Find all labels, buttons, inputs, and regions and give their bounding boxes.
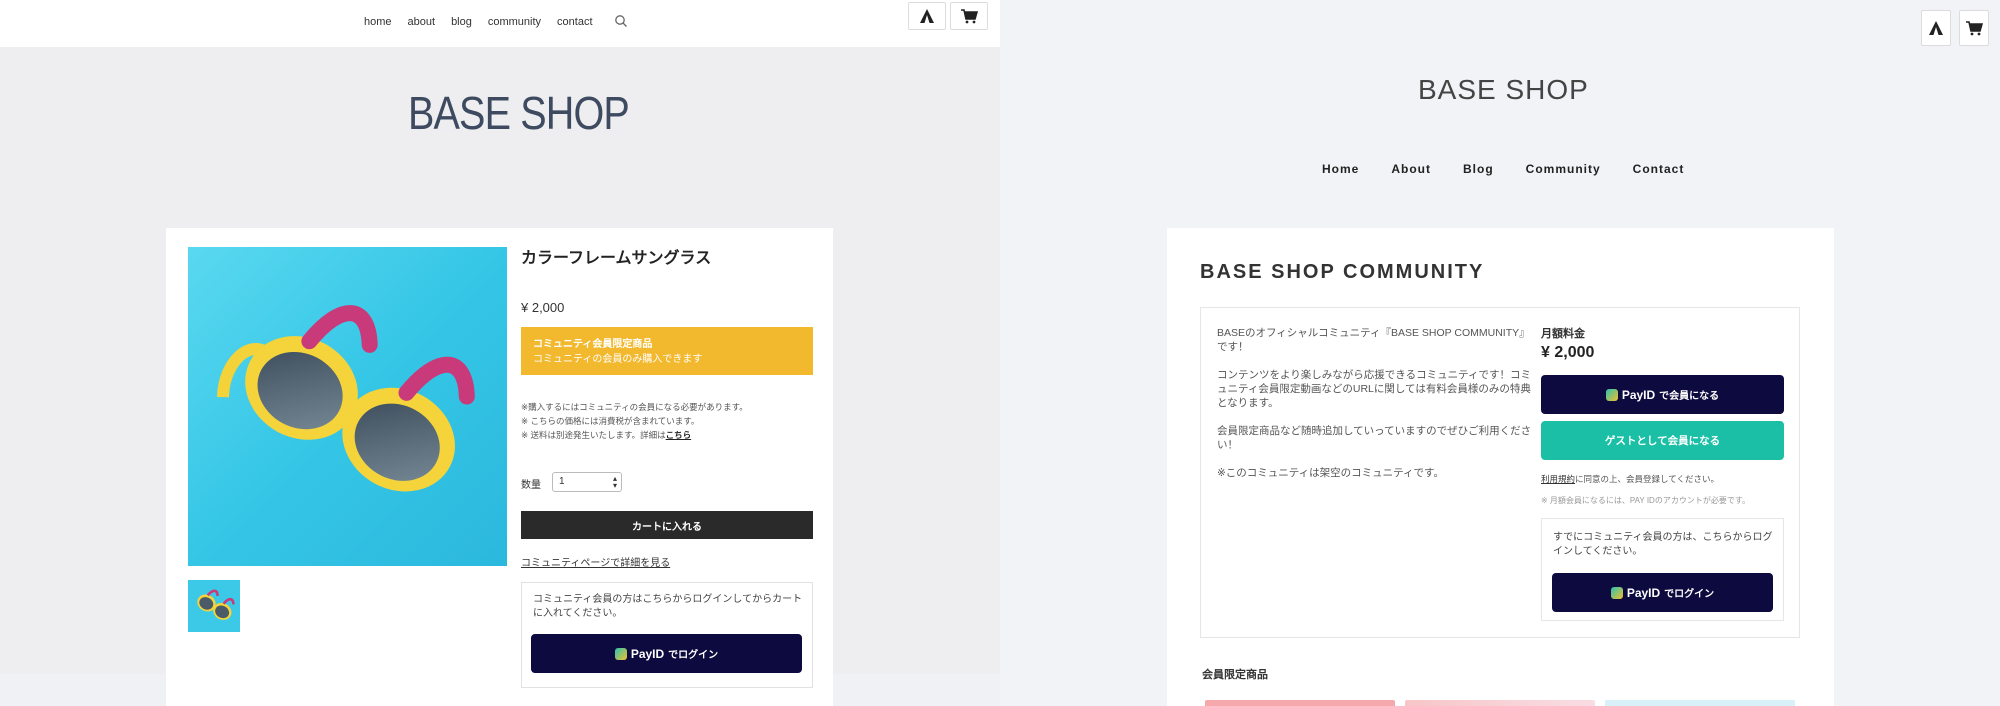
members-products-heading: 会員限定商品 — [1202, 669, 1268, 681]
product-tile-preview[interactable] — [1605, 700, 1795, 706]
note-line: ※ 送料は別途発生いたします。詳細はこちら — [521, 430, 692, 440]
guest-join-button[interactable]: ゲストとして会員になる — [1541, 421, 1784, 460]
product-title: カラーフレームサングラス — [521, 250, 712, 267]
payid-logo-icon — [1605, 388, 1618, 401]
monthly-fee-label: 月額料金 — [1541, 328, 1585, 340]
add-to-cart-button[interactable]: カートに入れる — [521, 511, 813, 539]
nav-contact[interactable]: contact — [557, 16, 592, 28]
quantity-select[interactable]: 1 ▴ ▾ — [552, 472, 622, 492]
note-line: ※購入するにはコミュニティの会員になる必要があります。 — [521, 402, 748, 412]
member-badge-subtitle: コミュニティの会員のみ購入できます — [533, 354, 703, 365]
login-instruction: コミュニティ会員の方はこちらからログインしてからカートに入れてください。 — [533, 594, 803, 619]
product-thumbnail[interactable] — [188, 580, 240, 632]
community-page-link[interactable]: コミュニティページで詳細を見る — [521, 554, 670, 569]
tent-button[interactable] — [908, 2, 946, 30]
details-link[interactable]: こちら — [666, 430, 692, 440]
community-title: BASE SHOP COMMUNITY — [1200, 261, 1485, 283]
description-paragraph: 会員限定商品など随時追加していっていますのでぜひご利用ください！ — [1217, 425, 1532, 451]
product-image[interactable] — [188, 247, 507, 566]
nav-home[interactable]: Home — [1322, 162, 1359, 176]
terms-link[interactable]: 利用規約 — [1541, 474, 1575, 484]
payid-account-note: ※ 月額会員になるには、PAY IDのアカウントが必要です。 — [1541, 496, 1751, 505]
community-description: BASEのオフィシャルコミュニティ『BASE SHOP COMMUNITY』です… — [1217, 326, 1537, 494]
description-paragraph: ※このコミュニティは架空のコミュニティです。 — [1217, 467, 1444, 479]
cart-icon — [961, 9, 978, 24]
nav-about[interactable]: About — [1391, 162, 1431, 176]
payid-brand: PayID — [630, 646, 665, 661]
nav-home[interactable]: home — [364, 16, 392, 28]
top-nav: home about blog community contact — [364, 16, 609, 28]
cart-icon — [1966, 21, 1983, 36]
terms-notice: 利用規約に同意の上、会員登録してください。 — [1541, 474, 1720, 484]
nav-community[interactable]: Community — [1526, 162, 1601, 176]
select-arrows-icon: ▴ ▾ — [612, 474, 617, 490]
nav-contact[interactable]: Contact — [1633, 162, 1685, 176]
member-only-badge: コミュニティ会員限定商品 コミュニティの会員のみ購入できます — [521, 327, 813, 375]
nav-about[interactable]: about — [408, 16, 436, 28]
payid-logo-icon — [614, 647, 627, 660]
sunglasses-image — [216, 305, 475, 492]
quantity-value: 1 — [559, 476, 565, 487]
purchase-notes: ※購入するにはコミュニティの会員になる必要があります。 ※ こちらの価格には消費… — [521, 400, 748, 442]
tent-icon — [920, 9, 934, 23]
tent-button-right[interactable] — [1921, 10, 1951, 46]
nav-blog[interactable]: Blog — [1463, 162, 1494, 176]
shop-logo-right[interactable]: BASE SHOP — [1418, 74, 1589, 106]
login-instruction: すでにコミュニティ会員の方は、こちらからログインしてください。 — [1553, 532, 1773, 557]
note-line: ※ こちらの価格には消費税が含まれています。 — [521, 416, 700, 426]
description-paragraph: BASEのオフィシャルコミュニティ『BASE SHOP COMMUNITY』です… — [1217, 327, 1530, 353]
product-price: ¥ 2,000 — [521, 300, 565, 315]
payid-join-button[interactable]: PayID で会員になる — [1541, 375, 1784, 414]
product-tile-preview[interactable] — [1405, 700, 1595, 706]
nav-community[interactable]: community — [488, 16, 541, 28]
main-nav: Home About Blog Community Contact — [1322, 162, 1716, 176]
payid-logo-icon — [1610, 586, 1623, 599]
search-icon[interactable] — [614, 14, 628, 28]
payid-login-label: でログイン — [1664, 589, 1715, 600]
shop-logo[interactable]: BASE SHOP — [408, 86, 630, 140]
payid-login-label: でログイン — [668, 650, 719, 661]
quantity-label: 数量 — [521, 480, 541, 491]
product-tile-preview[interactable] — [1205, 700, 1395, 706]
cart-button-right[interactable] — [1959, 10, 1989, 46]
sunglasses-thumb-image — [197, 589, 235, 620]
payid-brand: PayID — [1621, 387, 1656, 402]
cart-button[interactable] — [950, 2, 988, 30]
payid-brand: PayID — [1626, 585, 1661, 600]
payid-login-button[interactable]: PayID でログイン — [1552, 573, 1773, 612]
tent-icon — [1929, 21, 1943, 35]
member-badge-title: コミュニティ会員限定商品 — [533, 339, 653, 350]
payid-login-button[interactable]: PayID でログイン — [531, 634, 802, 673]
description-paragraph: コンテンツをより楽しみながら応援できるコミュニティです！コミュニティ会員限定動画… — [1217, 369, 1531, 409]
nav-blog[interactable]: blog — [451, 16, 472, 28]
monthly-fee-value: ¥ 2,000 — [1541, 344, 1595, 361]
screenshot-stage: home about blog community contact BASE S… — [0, 0, 2000, 706]
payid-join-label: で会員になる — [1659, 391, 1720, 402]
